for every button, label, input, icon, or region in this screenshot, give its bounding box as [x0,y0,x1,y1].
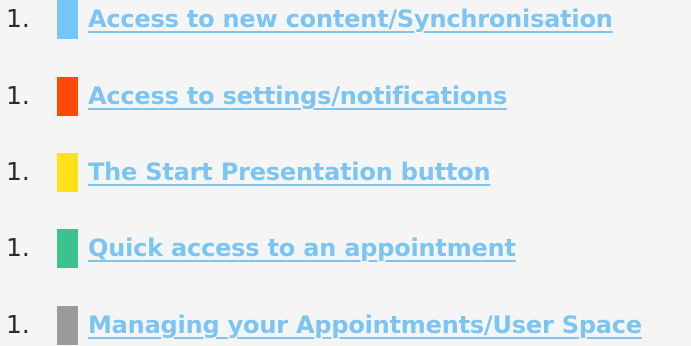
link-new-content-synchronisation[interactable]: Access to new content/Synchronisation [88,2,613,36]
list-number: 1. [6,81,30,110]
color-swatch-green [57,229,78,268]
link-settings-notifications[interactable]: Access to settings/notifications [88,79,507,113]
list-number: 1. [6,310,30,339]
list-item-quick-access: 1. Quick access to an appointment [0,229,691,269]
color-swatch-orange [57,77,78,116]
list-item-start-presentation: 1. The Start Presentation button [0,153,691,193]
link-managing-appointments-user-space[interactable]: Managing your Appointments/User Space [88,308,642,342]
color-swatch-gray [57,306,78,345]
list-item-settings: 1. Access to settings/notifications [0,77,691,117]
color-swatch-yellow [57,153,78,192]
feature-list: 1. Access to new content/Synchronisation… [0,0,691,346]
list-number: 1. [6,157,30,186]
list-number: 1. [6,233,30,262]
list-number: 1. [6,4,30,33]
list-item-managing-appointments: 1. Managing your Appointments/User Space [0,306,691,346]
color-swatch-blue [57,0,78,39]
list-item-synchronisation: 1. Access to new content/Synchronisation [0,0,691,40]
link-start-presentation-button[interactable]: The Start Presentation button [88,155,491,189]
link-quick-access-appointment[interactable]: Quick access to an appointment [88,231,516,265]
